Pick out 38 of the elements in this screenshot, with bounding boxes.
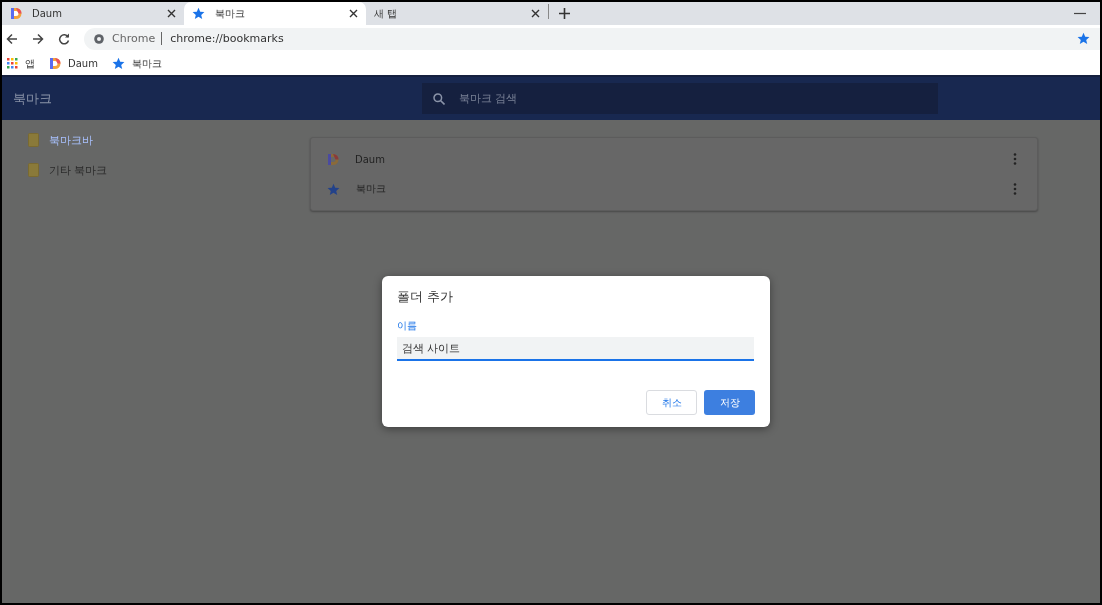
browser-tab[interactable]: 북마크: [184, 2, 366, 25]
back-arrow-icon[interactable]: [6, 32, 18, 45]
close-icon[interactable]: [531, 9, 540, 18]
star-icon: [327, 182, 340, 196]
chrome-logo-icon: [94, 33, 104, 44]
browser-tab[interactable]: Daum: [2, 2, 184, 25]
site-label: Chrome: [112, 32, 163, 45]
bookmark-item[interactable]: 앱: [7, 56, 35, 71]
apps-grid-icon: [7, 58, 18, 69]
more-options-icon[interactable]: [1013, 183, 1017, 195]
bookmark-item[interactable]: Daum: [49, 57, 98, 70]
cancel-button[interactable]: 취소: [646, 390, 697, 415]
search-icon: [433, 93, 445, 105]
folder-icon: [28, 163, 39, 177]
bookmark-item[interactable]: 북마크: [111, 56, 162, 71]
address-bar[interactable]: Chrome chrome://bookmarks: [84, 27, 1100, 50]
folder-icon: [28, 133, 39, 147]
browser-tab[interactable]: 새 탭: [366, 2, 548, 25]
name-input-field[interactable]: 검색 사이트: [397, 337, 754, 361]
reload-icon[interactable]: [58, 32, 70, 45]
field-label: 이름: [397, 319, 418, 333]
more-options-icon[interactable]: [1013, 153, 1017, 165]
forward-arrow-icon[interactable]: [32, 32, 44, 45]
d-logo-icon: [49, 57, 61, 70]
close-icon[interactable]: [167, 9, 176, 18]
page-title: 북마크: [13, 89, 53, 108]
d-logo-icon: [327, 152, 339, 166]
minimize-icon[interactable]: [1074, 12, 1086, 15]
url-text: chrome://bookmarks: [170, 32, 284, 45]
new-tab-plus-icon[interactable]: [559, 8, 570, 19]
save-button[interactable]: 저장: [704, 390, 755, 415]
d-logo-icon: [10, 7, 22, 20]
close-icon[interactable]: [349, 9, 358, 18]
star-icon[interactable]: [1077, 32, 1090, 45]
star-icon: [111, 57, 125, 70]
star-icon: [192, 7, 205, 20]
dialog-title: 폴더 추가: [397, 288, 455, 306]
search-field[interactable]: 북마크 검색: [422, 83, 938, 114]
